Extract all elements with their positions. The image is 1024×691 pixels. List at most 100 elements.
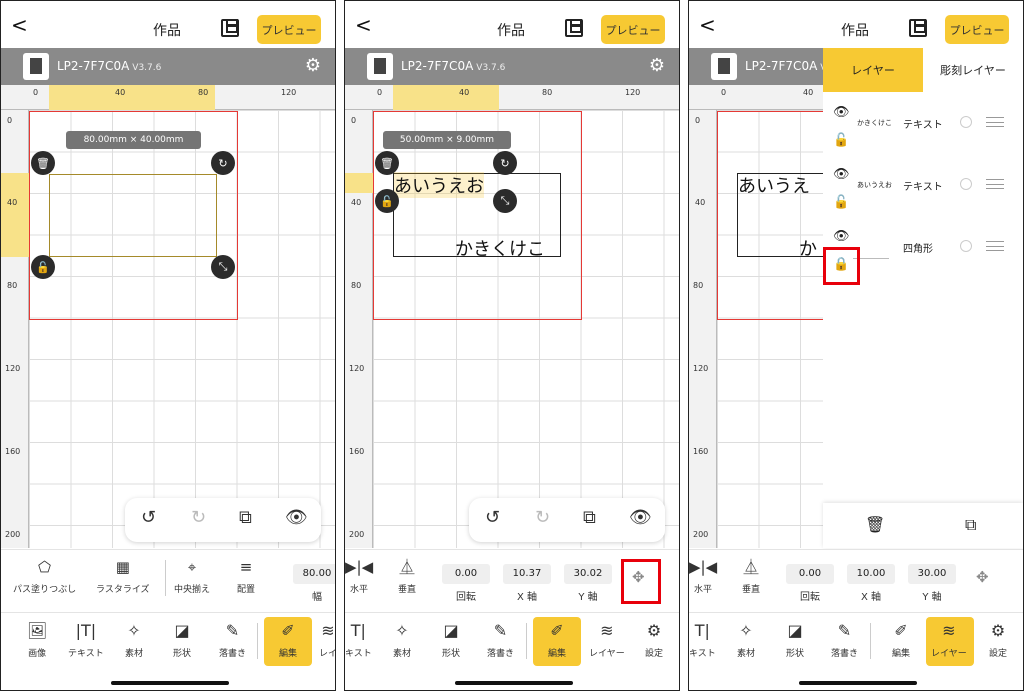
resize-icon[interactable]: ⤡ [211, 255, 235, 279]
eye-icon[interactable]: 👁 [833, 168, 850, 182]
undo-icon[interactable]: ↺ [485, 508, 500, 528]
trash-icon[interactable]: 🗑 [375, 151, 399, 175]
y-axis-field[interactable]: 30.02 [564, 564, 612, 584]
nav-edit[interactable]: ✐ 編集 [279, 621, 297, 659]
gear-icon[interactable]: ⚙ [305, 57, 321, 75]
nav-doodle[interactable]: ✎ 落書き [219, 621, 246, 659]
copy-icon[interactable]: ⧉ [965, 515, 976, 535]
unlock-icon[interactable]: 🔓 [833, 196, 849, 210]
flip-horizontal-tool[interactable]: ▶|◀ 水平 [689, 558, 717, 595]
canvas-text-2[interactable]: かきくけこ [455, 235, 545, 261]
material-icon: ✧ [395, 621, 409, 640]
layer-row[interactable]: 👁 🔓 かきくけこ テキスト [823, 104, 1023, 164]
rasterize-tool[interactable]: ▦ ラスタライズ [96, 558, 150, 595]
rotation-field[interactable]: 0.00 [786, 564, 834, 584]
nav-layer[interactable]: ≋ レイヤー [589, 621, 625, 659]
nav-text[interactable]: T| キスト [345, 621, 372, 659]
x-axis-field[interactable]: 10.00 [847, 564, 895, 584]
nav-material[interactable]: ✧ 素材 [125, 621, 143, 659]
rotate-icon[interactable]: ↻ [211, 151, 235, 175]
save-icon[interactable] [221, 19, 239, 37]
ruler-tick: 80 [693, 281, 704, 290]
tab-layer[interactable]: レイヤー [823, 48, 923, 92]
nav-material[interactable]: ✧ 素材 [737, 621, 755, 659]
layer-select-radio[interactable] [960, 240, 972, 252]
layer-type: テキスト [903, 182, 943, 193]
nav-shape[interactable]: ◪ 形状 [442, 621, 460, 659]
canvas[interactable]: 0 40 80 120 0 40 80 120 160 200 50.00mm … [345, 85, 679, 548]
canvas-text-1[interactable]: あいうえ [738, 172, 810, 198]
y-axis-field[interactable]: 30.00 [908, 564, 956, 584]
nav-material[interactable]: ✧ 素材 [393, 621, 411, 659]
drag-handle-icon[interactable] [986, 117, 1004, 127]
gear-icon[interactable]: ⚙ [649, 57, 665, 75]
center-align-tool[interactable]: ⌖ 中央揃え [174, 558, 210, 595]
rotation-field[interactable]: 0.00 [442, 564, 490, 584]
nav-doodle[interactable]: ✎ 落書き [831, 621, 858, 659]
preview-button[interactable]: プレビュー [257, 15, 321, 44]
nav-layer[interactable]: ≋ レイヤー [931, 621, 967, 659]
unlock-icon[interactable]: 🔓 [31, 255, 55, 279]
x-axis-field[interactable]: 10.37 [503, 564, 551, 584]
nav-text[interactable]: T| キスト [689, 621, 716, 659]
nav-text[interactable]: |T| テキスト [68, 621, 104, 659]
x-axis-label: X 軸 [860, 592, 882, 603]
eye-icon[interactable]: 👁 [833, 230, 850, 244]
copy-icon[interactable]: ⧉ [239, 508, 252, 528]
layer-row[interactable]: 👁 🔓 あいうえお テキスト [823, 166, 1023, 226]
back-button[interactable]: < [355, 15, 372, 35]
nav-settings[interactable]: ⚙ 設定 [645, 621, 663, 659]
canvas-text-1[interactable]: あいうえお [394, 172, 484, 198]
canvas[interactable]: 0 40 80 120 0 40 80 120 160 200 80.00mm … [1, 85, 335, 548]
trash-icon[interactable]: 🗑 [865, 515, 885, 534]
canvas-text-2[interactable]: か [799, 235, 817, 261]
nav-shape[interactable]: ◪ 形状 [173, 621, 191, 659]
unlock-icon[interactable]: 🔓 [375, 189, 399, 213]
preview-button[interactable]: プレビュー [945, 15, 1009, 44]
resize-icon[interactable]: ⤡ [493, 189, 517, 213]
eye-icon[interactable]: 👁 [285, 508, 308, 528]
redo-icon[interactable]: ↻ [535, 508, 550, 528]
text-icon: |T| [75, 621, 97, 640]
flip-vertical-tool[interactable]: ⏅ 垂直 [398, 558, 416, 595]
save-icon[interactable] [565, 19, 583, 37]
rectangle-shape[interactable] [49, 174, 217, 257]
home-indicator [455, 681, 573, 685]
back-button[interactable]: < [699, 15, 716, 35]
ruler-tick: 120 [625, 88, 641, 97]
flip-horizontal-tool[interactable]: ▶|◀ 水平 [345, 558, 373, 595]
nav-image[interactable]: 🖼 画像 [27, 621, 47, 659]
tab-engrave-layer[interactable]: 彫刻レイヤー [923, 48, 1023, 92]
nav-settings[interactable]: ⚙ 設定 [989, 621, 1007, 659]
layer-select-radio[interactable] [960, 116, 972, 128]
arrange-tool[interactable]: ≡ 配置 [237, 558, 255, 595]
nav-doodle[interactable]: ✎ 落書き [487, 621, 514, 659]
move-arrows-icon[interactable]: ✥ [976, 568, 989, 586]
flip-vertical-tool[interactable]: ⏅ 垂直 [742, 558, 760, 595]
save-icon[interactable] [909, 19, 927, 37]
back-button[interactable]: < [11, 15, 28, 35]
dimension-label: 50.00mm × 9.00mm [383, 131, 511, 149]
preview-button[interactable]: プレビュー [601, 15, 665, 44]
nav-layer[interactable]: ≋ レイ [319, 621, 335, 659]
screen-2: < 作品 プレビュー LP2-7F7C0A V3.7.6 ⚙ 0 40 80 12… [344, 0, 680, 691]
nav-shape[interactable]: ◪ 形状 [786, 621, 804, 659]
eye-icon[interactable]: 👁 [833, 106, 850, 120]
drag-handle-icon[interactable] [986, 241, 1004, 251]
rotate-icon[interactable]: ↻ [493, 151, 517, 175]
unlock-icon[interactable]: 🔓 [833, 134, 849, 148]
path-fill-tool[interactable]: ⬠ パス塗りつぶし [13, 558, 76, 595]
nav-edit[interactable]: ✐ 編集 [892, 621, 910, 659]
pen-icon: ✎ [225, 621, 240, 640]
trash-icon[interactable]: 🗑 [31, 151, 55, 175]
nav-edit[interactable]: ✐ 編集 [548, 621, 566, 659]
width-field[interactable]: 80.00 [293, 564, 335, 584]
copy-icon[interactable]: ⧉ [583, 508, 596, 528]
layer-select-radio[interactable] [960, 178, 972, 190]
drag-handle-icon[interactable] [986, 179, 1004, 189]
undo-icon[interactable]: ↺ [141, 508, 156, 528]
move-arrows-icon[interactable]: ✥ [632, 568, 645, 586]
eye-icon[interactable]: 👁 [629, 508, 652, 528]
device-bar: LP2-7F7C0A V3.7.6 ⚙ [1, 48, 335, 85]
redo-icon[interactable]: ↻ [191, 508, 206, 528]
